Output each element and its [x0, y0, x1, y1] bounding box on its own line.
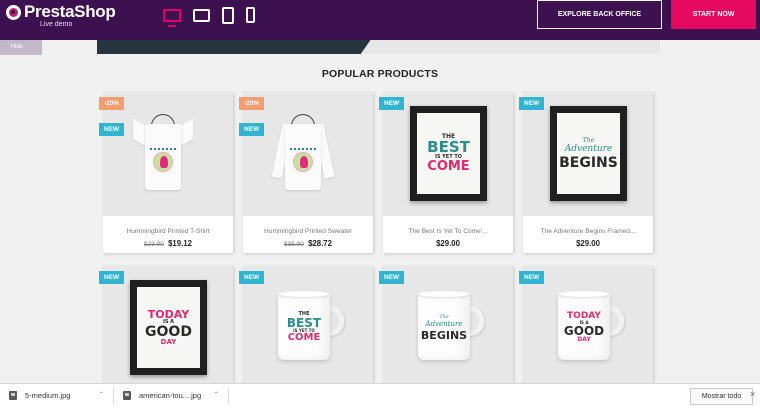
chevron-up-icon[interactable]: ˆ: [100, 391, 103, 400]
new-badge: NEW: [99, 271, 125, 284]
hide-toolbar-button[interactable]: ˆ Hide: [0, 40, 42, 55]
new-badge: NEW: [379, 271, 405, 284]
price: $29.00: [576, 239, 600, 248]
mug-image: THE BEST IS YET TO COME: [278, 294, 330, 360]
brand-subtitle: Live demo: [40, 21, 73, 28]
prestashop-logo-icon: [6, 5, 21, 20]
download-filename: 5-medium.jpg: [25, 391, 71, 400]
prestashop-logo[interactable]: PrestaShop Live demo: [6, 2, 116, 29]
download-bar: 5-medium.jpg ˆ american-tou....jpg ˆ Mos…: [0, 383, 760, 408]
new-badge: NEW: [99, 123, 125, 136]
top-bar: PrestaShop Live demo EXPLORE BACK OFFICE…: [0, 0, 760, 40]
product-card[interactable]: The Adventure BEGINS NEW: [379, 266, 513, 390]
product-image[interactable]: [103, 92, 233, 216]
price: $29.00: [436, 239, 460, 248]
product-card[interactable]: TODAY IS A GOOD DAY NEW: [99, 266, 233, 390]
regular-price: $35.90: [284, 241, 304, 248]
section-title: POPULAR PRODUCTS: [321, 68, 439, 80]
start-now-button[interactable]: START NOW: [671, 0, 756, 29]
download-item[interactable]: 5-medium.jpg: [9, 391, 70, 400]
product-price: $23.90 $19.12: [103, 239, 233, 248]
regular-price: $23.90: [144, 241, 164, 248]
device-switcher: [163, 5, 267, 27]
show-all-downloads-button[interactable]: Mostrar todo: [690, 388, 753, 405]
tablet-landscape-icon[interactable]: [193, 8, 210, 22]
product-image[interactable]: TODAY IS A GOOD DAY: [103, 266, 233, 390]
product-price: $35.90 $28.72: [243, 239, 373, 248]
sale-price: $28.72: [308, 239, 332, 248]
mug-image: The Adventure BEGINS: [418, 294, 470, 360]
product-name[interactable]: The Best Is Yet To Come'...: [383, 228, 513, 235]
download-item[interactable]: american-tou....jpg: [123, 391, 201, 400]
product-card[interactable]: THE BEST IS YET TO COME NEW The Best Is …: [379, 92, 513, 253]
sale-price: $19.12: [168, 239, 192, 248]
product-name[interactable]: Hummingbird Printed T-Shirt: [103, 228, 233, 235]
mug-image: TODAY IS A GOOD DAY: [558, 294, 610, 360]
discount-badge: -20%: [99, 97, 125, 110]
new-badge: NEW: [239, 271, 265, 284]
tshirt-image: [131, 114, 195, 190]
close-icon[interactable]: ×: [750, 389, 755, 399]
product-image[interactable]: [243, 92, 373, 216]
product-image[interactable]: The Adventure BEGINS: [523, 92, 653, 216]
product-image[interactable]: The Adventure BEGINS: [383, 266, 513, 390]
product-card[interactable]: -20% NEW Hummingbird Printed T-Shirt $23…: [99, 92, 233, 253]
framed-poster-image: The Adventure BEGINS: [550, 106, 627, 201]
new-badge: NEW: [239, 123, 265, 136]
new-badge: NEW: [519, 97, 545, 110]
product-image[interactable]: TODAY IS A GOOD DAY: [523, 266, 653, 390]
hide-label: Hide: [10, 44, 24, 50]
desktop-icon[interactable]: [163, 8, 181, 27]
product-card[interactable]: THE BEST IS YET TO COME NEW: [239, 266, 373, 390]
explore-back-office-button[interactable]: EXPLORE BACK OFFICE: [537, 0, 662, 29]
framed-poster-image: TODAY IS A GOOD DAY: [130, 280, 207, 375]
new-badge: NEW: [379, 97, 405, 110]
new-badge: NEW: [519, 271, 545, 284]
image-file-icon: [123, 391, 131, 400]
phone-icon[interactable]: [246, 7, 255, 23]
sweater-image: [271, 114, 335, 190]
hero-banner[interactable]: [97, 40, 660, 54]
chevron-up-icon: ˆ: [7, 44, 9, 50]
image-file-icon: [9, 391, 17, 400]
brand-name: PrestaShop: [24, 2, 116, 21]
discount-badge: -20%: [239, 97, 265, 110]
product-image[interactable]: THE BEST IS YET TO COME: [243, 266, 373, 390]
tablet-portrait-icon[interactable]: [222, 6, 234, 24]
framed-poster-image: THE BEST IS YET TO COME: [410, 106, 487, 201]
chevron-up-icon[interactable]: ˆ: [215, 391, 218, 400]
product-image[interactable]: THE BEST IS YET TO COME: [383, 92, 513, 216]
product-card[interactable]: -20% NEW Hummingbird Printed Sweater $35…: [239, 92, 373, 253]
product-name[interactable]: Hummingbird Printed Sweater: [243, 228, 373, 235]
product-price: $29.00: [523, 239, 653, 248]
product-card[interactable]: TODAY IS A GOOD DAY NEW: [519, 266, 653, 390]
download-filename: american-tou....jpg: [139, 391, 202, 400]
product-name[interactable]: The Adventure Begins Framed...: [523, 228, 653, 235]
product-price: $29.00: [383, 239, 513, 248]
product-card[interactable]: The Adventure BEGINS NEW The Adventure B…: [519, 92, 653, 253]
